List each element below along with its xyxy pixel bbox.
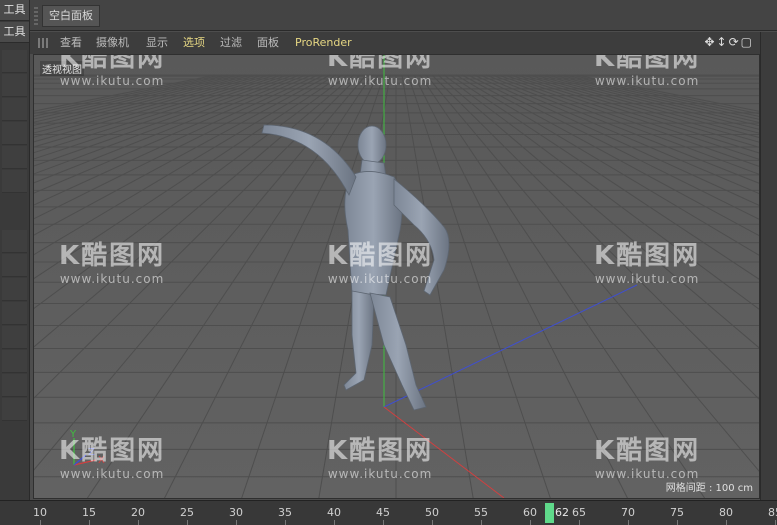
timeline-tick-mark <box>530 520 531 525</box>
current-frame-label: 62 <box>555 506 569 519</box>
timeline-tick-label: 15 <box>82 506 96 519</box>
timeline-tick-mark <box>579 520 580 525</box>
timeline-tick-label: 20 <box>131 506 145 519</box>
timeline-tick-mark <box>285 520 286 525</box>
viewport-grip-handle[interactable] <box>38 38 50 48</box>
tool-slot[interactable] <box>2 98 27 121</box>
timeline-tick-mark <box>138 520 139 525</box>
timeline-tick-mark <box>628 520 629 525</box>
timeline-tick-mark <box>383 520 384 525</box>
timeline-tick-mark <box>187 520 188 525</box>
timeline-ruler[interactable]: 62 10 15 20 25 30 35 40 45 50 55 60 65 70 75 80 85 <box>0 500 777 525</box>
tool-button-1[interactable]: 工具 <box>0 0 29 21</box>
tool-slot[interactable] <box>2 50 27 73</box>
tool-slot[interactable] <box>2 254 27 277</box>
tool-slot[interactable] <box>2 350 27 373</box>
timeline-tick-label: 70 <box>621 506 635 519</box>
panel-grip-handle[interactable] <box>34 5 38 25</box>
timeline-tick-mark <box>236 520 237 525</box>
gizmo-x-label: X <box>98 455 105 466</box>
timeline-tick-label: 55 <box>474 506 488 519</box>
timeline-tick-mark <box>775 520 776 525</box>
timeline-tick-label: 85 <box>768 506 777 519</box>
timeline-tick-mark <box>89 520 90 525</box>
timeline-tick-mark <box>334 520 335 525</box>
timeline-tick-label: 40 <box>327 506 341 519</box>
scene-canvas: Y X Z <box>34 55 759 498</box>
timeline-tick-mark <box>481 520 482 525</box>
timeline-tick-label: 25 <box>180 506 194 519</box>
menu-panel[interactable]: 面板 <box>257 32 279 54</box>
right-scroll-strip[interactable] <box>760 32 777 500</box>
timeline-tick-label: 35 <box>278 506 292 519</box>
timeline-tick-label: 75 <box>670 506 684 519</box>
timeline-tick-label: 50 <box>425 506 439 519</box>
tool-slot[interactable] <box>2 146 27 169</box>
menu-display[interactable]: 显示 <box>146 32 168 54</box>
tool-slot[interactable] <box>2 122 27 145</box>
tool-slot[interactable] <box>2 302 27 325</box>
viewport-menu-bar: 查看 摄像机 显示 选项 过滤 面板 ProRender ✥↕⟳▢ <box>30 32 760 54</box>
grid-spacing-info: 网格间距 : 100 cm <box>665 483 753 494</box>
empty-panel-tab[interactable]: 空白面板 <box>42 5 100 27</box>
menu-camera[interactable]: 摄像机 <box>96 32 129 54</box>
timeline-tick-mark <box>677 520 678 525</box>
timeline-playhead[interactable] <box>545 503 554 523</box>
perspective-viewport[interactable]: Y X Z 透视视图 网格间距 : 100 cm K酷图网 www.ikutu.c… <box>33 54 760 499</box>
gizmo-z-label: Z <box>88 447 95 458</box>
tool-slot[interactable] <box>2 170 27 193</box>
menu-prorender[interactable]: ProRender <box>295 32 352 54</box>
timeline-tick-label: 10 <box>33 506 47 519</box>
tool-button-2[interactable]: 工具 <box>0 22 29 43</box>
timeline-tick-label: 80 <box>719 506 733 519</box>
top-panel-bar: 空白面板 <box>30 0 777 31</box>
tool-slot[interactable] <box>2 230 27 253</box>
viewport-nav-icons[interactable]: ✥↕⟳▢ <box>704 35 754 49</box>
tool-slot[interactable] <box>2 74 27 97</box>
left-tool-panel: 工具 工具 <box>0 0 30 500</box>
timeline-tick-label: 30 <box>229 506 243 519</box>
timeline-tick-mark <box>432 520 433 525</box>
tool-slot[interactable] <box>2 398 27 421</box>
menu-view[interactable]: 查看 <box>60 32 82 54</box>
timeline-tick-label: 45 <box>376 506 390 519</box>
timeline-tick-label: 60 <box>523 506 537 519</box>
timeline-tick-mark <box>40 520 41 525</box>
menu-filter[interactable]: 过滤 <box>220 32 242 54</box>
tool-slot[interactable] <box>2 374 27 397</box>
timeline-tick-label: 65 <box>572 506 586 519</box>
menu-options[interactable]: 选项 <box>183 32 205 54</box>
gizmo-y-label: Y <box>69 429 77 440</box>
tool-slot[interactable] <box>2 278 27 301</box>
viewport-label: 透视视图 <box>40 61 84 76</box>
timeline-tick-mark <box>726 520 727 525</box>
tool-slot[interactable] <box>2 326 27 349</box>
